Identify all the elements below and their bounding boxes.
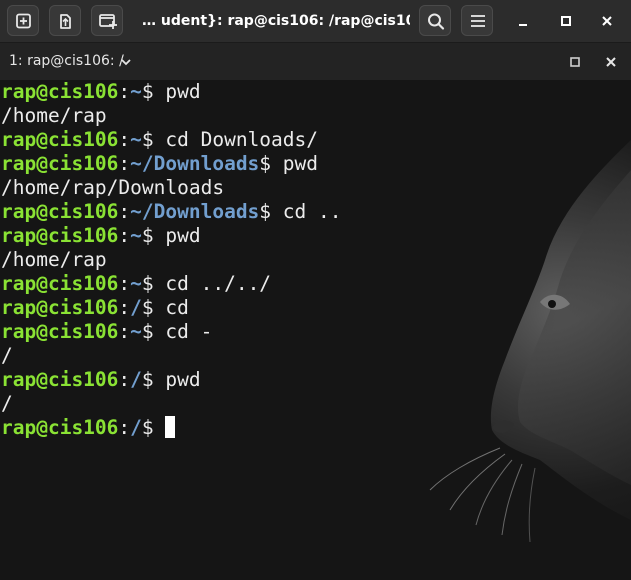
move-tab-icon xyxy=(60,14,71,29)
restore-tab-button[interactable] xyxy=(565,52,585,72)
terminal-output: rap@cis106:~$ pwd/home/rap rap@cis106:~$ … xyxy=(1,80,341,440)
prompt-line: rap@cis106:~$ cd ../../ xyxy=(1,272,341,296)
prompt-symbol: $ xyxy=(141,80,166,103)
prompt-user-host: rap@cis106 xyxy=(1,368,119,391)
output-text: /home/rap/Downloads xyxy=(1,176,225,199)
text-cursor xyxy=(165,416,176,438)
output-text: / xyxy=(1,392,13,415)
prompt-path: / xyxy=(130,296,142,319)
output-line: /home/rap xyxy=(1,104,341,128)
header-bar: … udent}: rap@cis106: /rap@cis106: / xyxy=(0,0,631,42)
prompt-separator: : xyxy=(118,200,131,223)
output-line: / xyxy=(1,344,341,368)
search-icon xyxy=(428,13,445,30)
move-tab-button[interactable] xyxy=(49,5,81,36)
command-text: cd .. xyxy=(282,200,342,223)
prompt-line: rap@cis106:~$ pwd xyxy=(1,224,341,248)
prompt-separator: : xyxy=(118,368,131,391)
menu-button[interactable] xyxy=(461,5,493,36)
prompt-separator: : xyxy=(118,128,131,151)
tab-label: 1: rap@cis106: / xyxy=(9,53,124,69)
close-button[interactable] xyxy=(593,7,621,35)
prompt-line: rap@cis106:/$ xyxy=(1,416,341,440)
prompt-symbol: $ xyxy=(141,296,166,319)
prompt-line: rap@cis106:~$ cd - xyxy=(1,320,341,344)
prompt-user-host: rap@cis106 xyxy=(1,296,119,319)
prompt-path: ~/Downloads xyxy=(130,200,260,223)
command-text: cd xyxy=(165,296,189,319)
prompt-separator: : xyxy=(118,80,131,103)
prompt-user-host: rap@cis106 xyxy=(1,152,119,175)
command-text: pwd xyxy=(282,152,319,175)
new-tab-icon xyxy=(16,13,31,29)
command-text: cd - xyxy=(165,320,213,343)
prompt-path: ~ xyxy=(130,272,142,295)
prompt-symbol: $ xyxy=(141,368,166,391)
minimize-button[interactable] xyxy=(509,7,537,35)
prompt-symbol: $ xyxy=(259,200,283,223)
prompt-symbol: $ xyxy=(141,224,166,247)
prompt-line: rap@cis106:~/Downloads$ cd .. xyxy=(1,200,341,224)
close-icon xyxy=(606,57,616,67)
command-text: pwd xyxy=(165,368,201,391)
command-text: pwd xyxy=(165,80,201,103)
output-line: /home/rap xyxy=(1,248,341,272)
terminal-window: … udent}: rap@cis106: /rap@cis106: / xyxy=(0,0,631,580)
prompt-symbol: $ xyxy=(259,152,283,175)
new-window-icon xyxy=(99,14,117,29)
prompt-user-host: rap@cis106 xyxy=(1,200,119,223)
close-icon xyxy=(602,16,612,26)
prompt-symbol: $ xyxy=(141,320,166,343)
prompt-symbol: $ xyxy=(141,272,166,295)
prompt-separator: : xyxy=(118,296,131,319)
new-window-button[interactable] xyxy=(91,5,123,36)
prompt-separator: : xyxy=(118,152,131,175)
prompt-path: ~ xyxy=(130,320,142,343)
prompt-line: rap@cis106:/$ cd xyxy=(1,296,341,320)
prompt-line: rap@cis106:~/Downloads$ pwd xyxy=(1,152,341,176)
output-line: /home/rap/Downloads xyxy=(1,176,341,200)
prompt-path: ~ xyxy=(130,80,142,103)
output-text: / xyxy=(1,344,13,367)
prompt-line: rap@cis106:/$ pwd xyxy=(1,368,341,392)
prompt-path: ~/Downloads xyxy=(130,152,260,175)
close-tab-button[interactable] xyxy=(601,52,621,72)
tab-bar: 1: rap@cis106: / xyxy=(0,42,631,80)
prompt-path: ~ xyxy=(130,128,142,151)
prompt-separator: : xyxy=(118,416,131,439)
prompt-user-host: rap@cis106 xyxy=(1,272,119,295)
command-text: pwd xyxy=(165,224,201,247)
new-tab-button[interactable] xyxy=(7,5,39,36)
prompt-symbol: $ xyxy=(141,128,166,151)
prompt-user-host: rap@cis106 xyxy=(1,128,119,151)
chevron-down-icon[interactable] xyxy=(119,55,133,69)
command-text: cd ../../ xyxy=(165,272,272,295)
prompt-user-host: rap@cis106 xyxy=(1,320,119,343)
output-text: /home/rap xyxy=(1,248,107,271)
maximize-icon xyxy=(561,16,571,26)
window-title: … udent}: rap@cis106: /rap@cis106: / xyxy=(142,13,410,29)
search-button[interactable] xyxy=(419,5,451,36)
prompt-path: / xyxy=(130,368,142,391)
prompt-user-host: rap@cis106 xyxy=(1,224,119,247)
terminal-area[interactable]: rap@cis106:~$ pwd/home/rap rap@cis106:~$ … xyxy=(0,80,631,580)
prompt-separator: : xyxy=(118,272,131,295)
minimize-icon xyxy=(519,24,527,26)
prompt-path: ~ xyxy=(130,224,142,247)
output-line: / xyxy=(1,392,341,416)
restore-icon xyxy=(570,57,580,67)
tab-rap-cis106[interactable]: 1: rap@cis106: / xyxy=(0,43,140,80)
prompt-path: / xyxy=(130,416,142,439)
prompt-separator: : xyxy=(118,224,131,247)
prompt-separator: : xyxy=(118,320,131,343)
output-text: /home/rap xyxy=(1,104,107,127)
prompt-user-host: rap@cis106 xyxy=(1,80,119,103)
maximize-button[interactable] xyxy=(552,7,580,35)
prompt-symbol: $ xyxy=(141,416,166,439)
prompt-line: rap@cis106:~$ pwd xyxy=(1,80,341,104)
command-text: cd Downloads/ xyxy=(165,128,319,151)
prompt-user-host: rap@cis106 xyxy=(1,416,119,439)
hamburger-menu-icon xyxy=(471,15,485,27)
prompt-line: rap@cis106:~$ cd Downloads/ xyxy=(1,128,341,152)
